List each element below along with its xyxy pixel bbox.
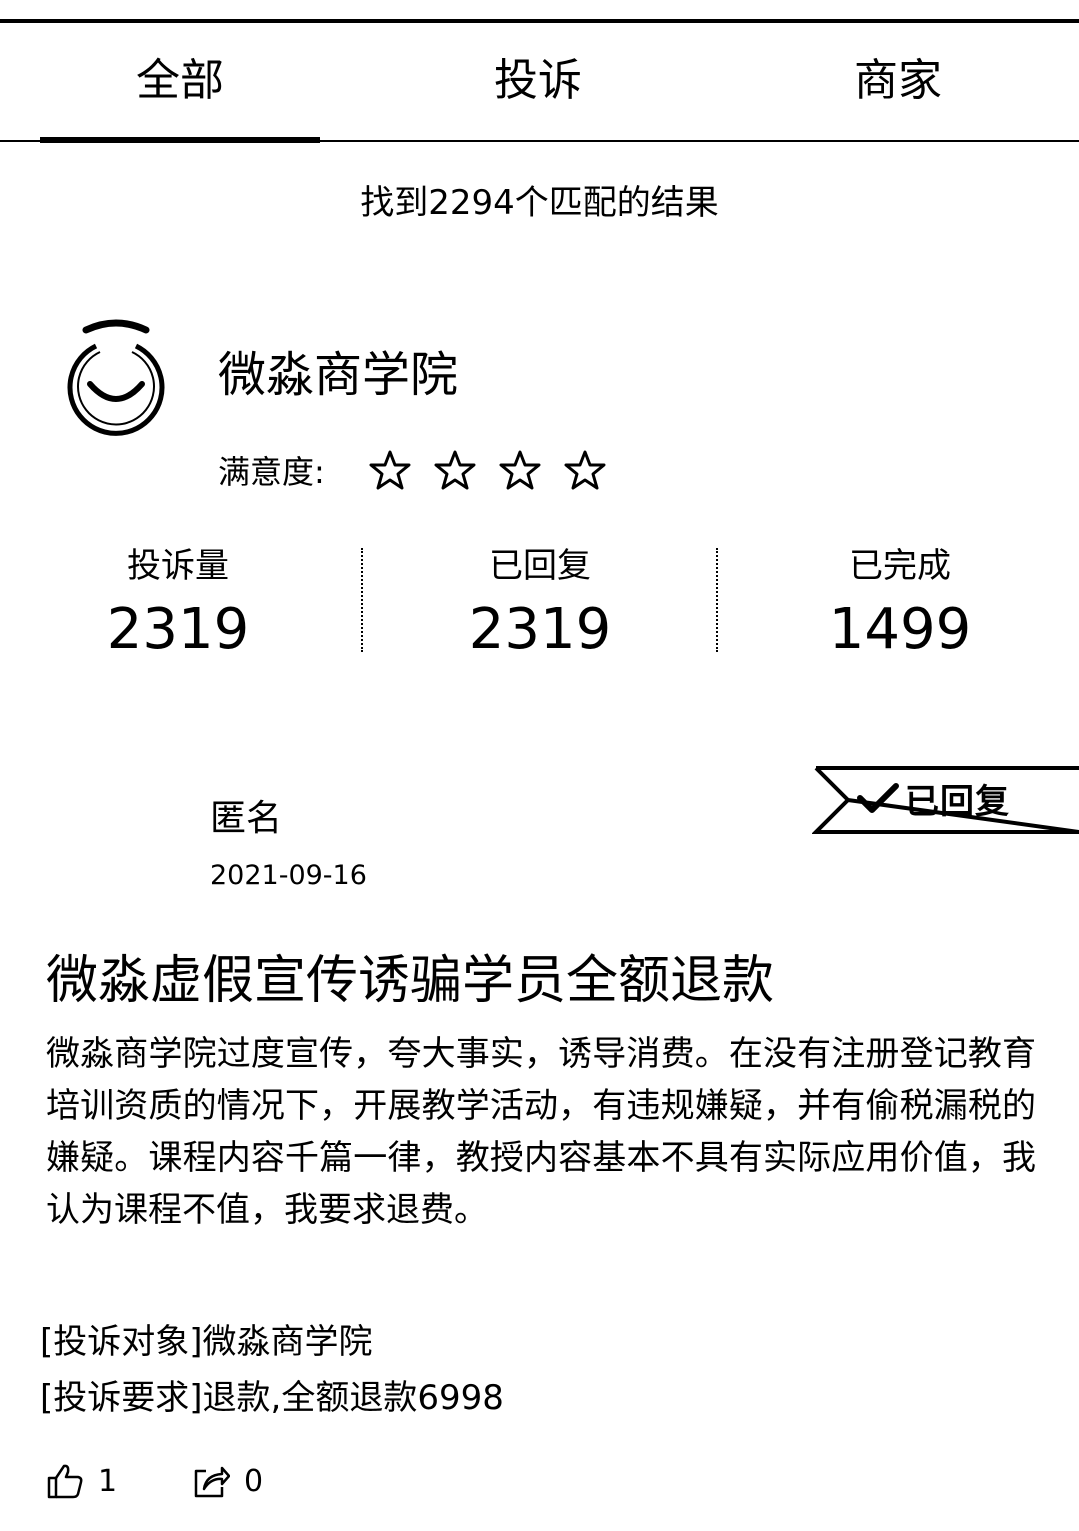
stat-divider bbox=[361, 548, 363, 652]
stat-replied: 已回复 2319 bbox=[390, 540, 690, 666]
star-empty-icon bbox=[498, 446, 563, 496]
tab-complaints[interactable]: 投诉 bbox=[398, 51, 678, 111]
stat-value: 1499 bbox=[828, 597, 972, 662]
active-tab-indicator bbox=[40, 137, 320, 143]
complaint-body: 微淼商学院过度宣传，夸大事实，诱导消费。在没有注册登记教育培训资质的情况下，开展… bbox=[46, 1034, 1036, 1230]
tab-all[interactable]: 全部 bbox=[40, 51, 320, 111]
like-button[interactable]: 1 bbox=[46, 1458, 117, 1504]
stat-value: 2319 bbox=[468, 597, 612, 662]
complaint-date: 2021-09-16 bbox=[210, 860, 367, 891]
stat-label: 已完成 bbox=[849, 546, 951, 586]
complaint-author: 匿名 bbox=[210, 798, 283, 839]
stat-value: 2319 bbox=[106, 597, 250, 662]
smile-ring-logo-icon bbox=[67, 319, 165, 436]
share-count: 0 bbox=[244, 1463, 264, 1499]
merchant-name[interactable]: 微淼商学院 bbox=[218, 343, 458, 407]
share-button[interactable]: 0 bbox=[192, 1458, 263, 1504]
tab-merchants[interactable]: 商家 bbox=[758, 51, 1038, 111]
star-empty-icon bbox=[563, 446, 628, 496]
stat-label: 已回复 bbox=[489, 546, 591, 586]
merchant-logo[interactable] bbox=[60, 318, 172, 440]
complaint-title[interactable]: 微淼虚假宣传诱骗学员全额退款 bbox=[46, 946, 774, 1016]
status-badge-label: 已回复 bbox=[905, 782, 1010, 822]
star-empty-icon bbox=[368, 446, 433, 496]
stat-divider bbox=[716, 548, 718, 652]
complaint-target: [投诉对象]微淼商学院 bbox=[40, 1322, 373, 1362]
satisfaction-label: 满意度: bbox=[218, 453, 325, 491]
thumbs-up-icon bbox=[47, 1464, 83, 1499]
like-count: 1 bbox=[98, 1463, 118, 1499]
stat-complaints: 投诉量 2319 bbox=[28, 540, 328, 666]
stat-completed: 已完成 1499 bbox=[750, 540, 1050, 666]
satisfaction-stars bbox=[368, 446, 628, 496]
stat-label: 投诉量 bbox=[127, 546, 229, 586]
complaint-demand: [投诉要求]退款,全额退款6998 bbox=[40, 1378, 504, 1418]
share-icon bbox=[194, 1466, 230, 1498]
star-empty-icon bbox=[433, 446, 498, 496]
result-count: 找到2294个匹配的结果 bbox=[360, 183, 719, 223]
tab-bar: 全部 投诉 商家 bbox=[0, 23, 1079, 143]
